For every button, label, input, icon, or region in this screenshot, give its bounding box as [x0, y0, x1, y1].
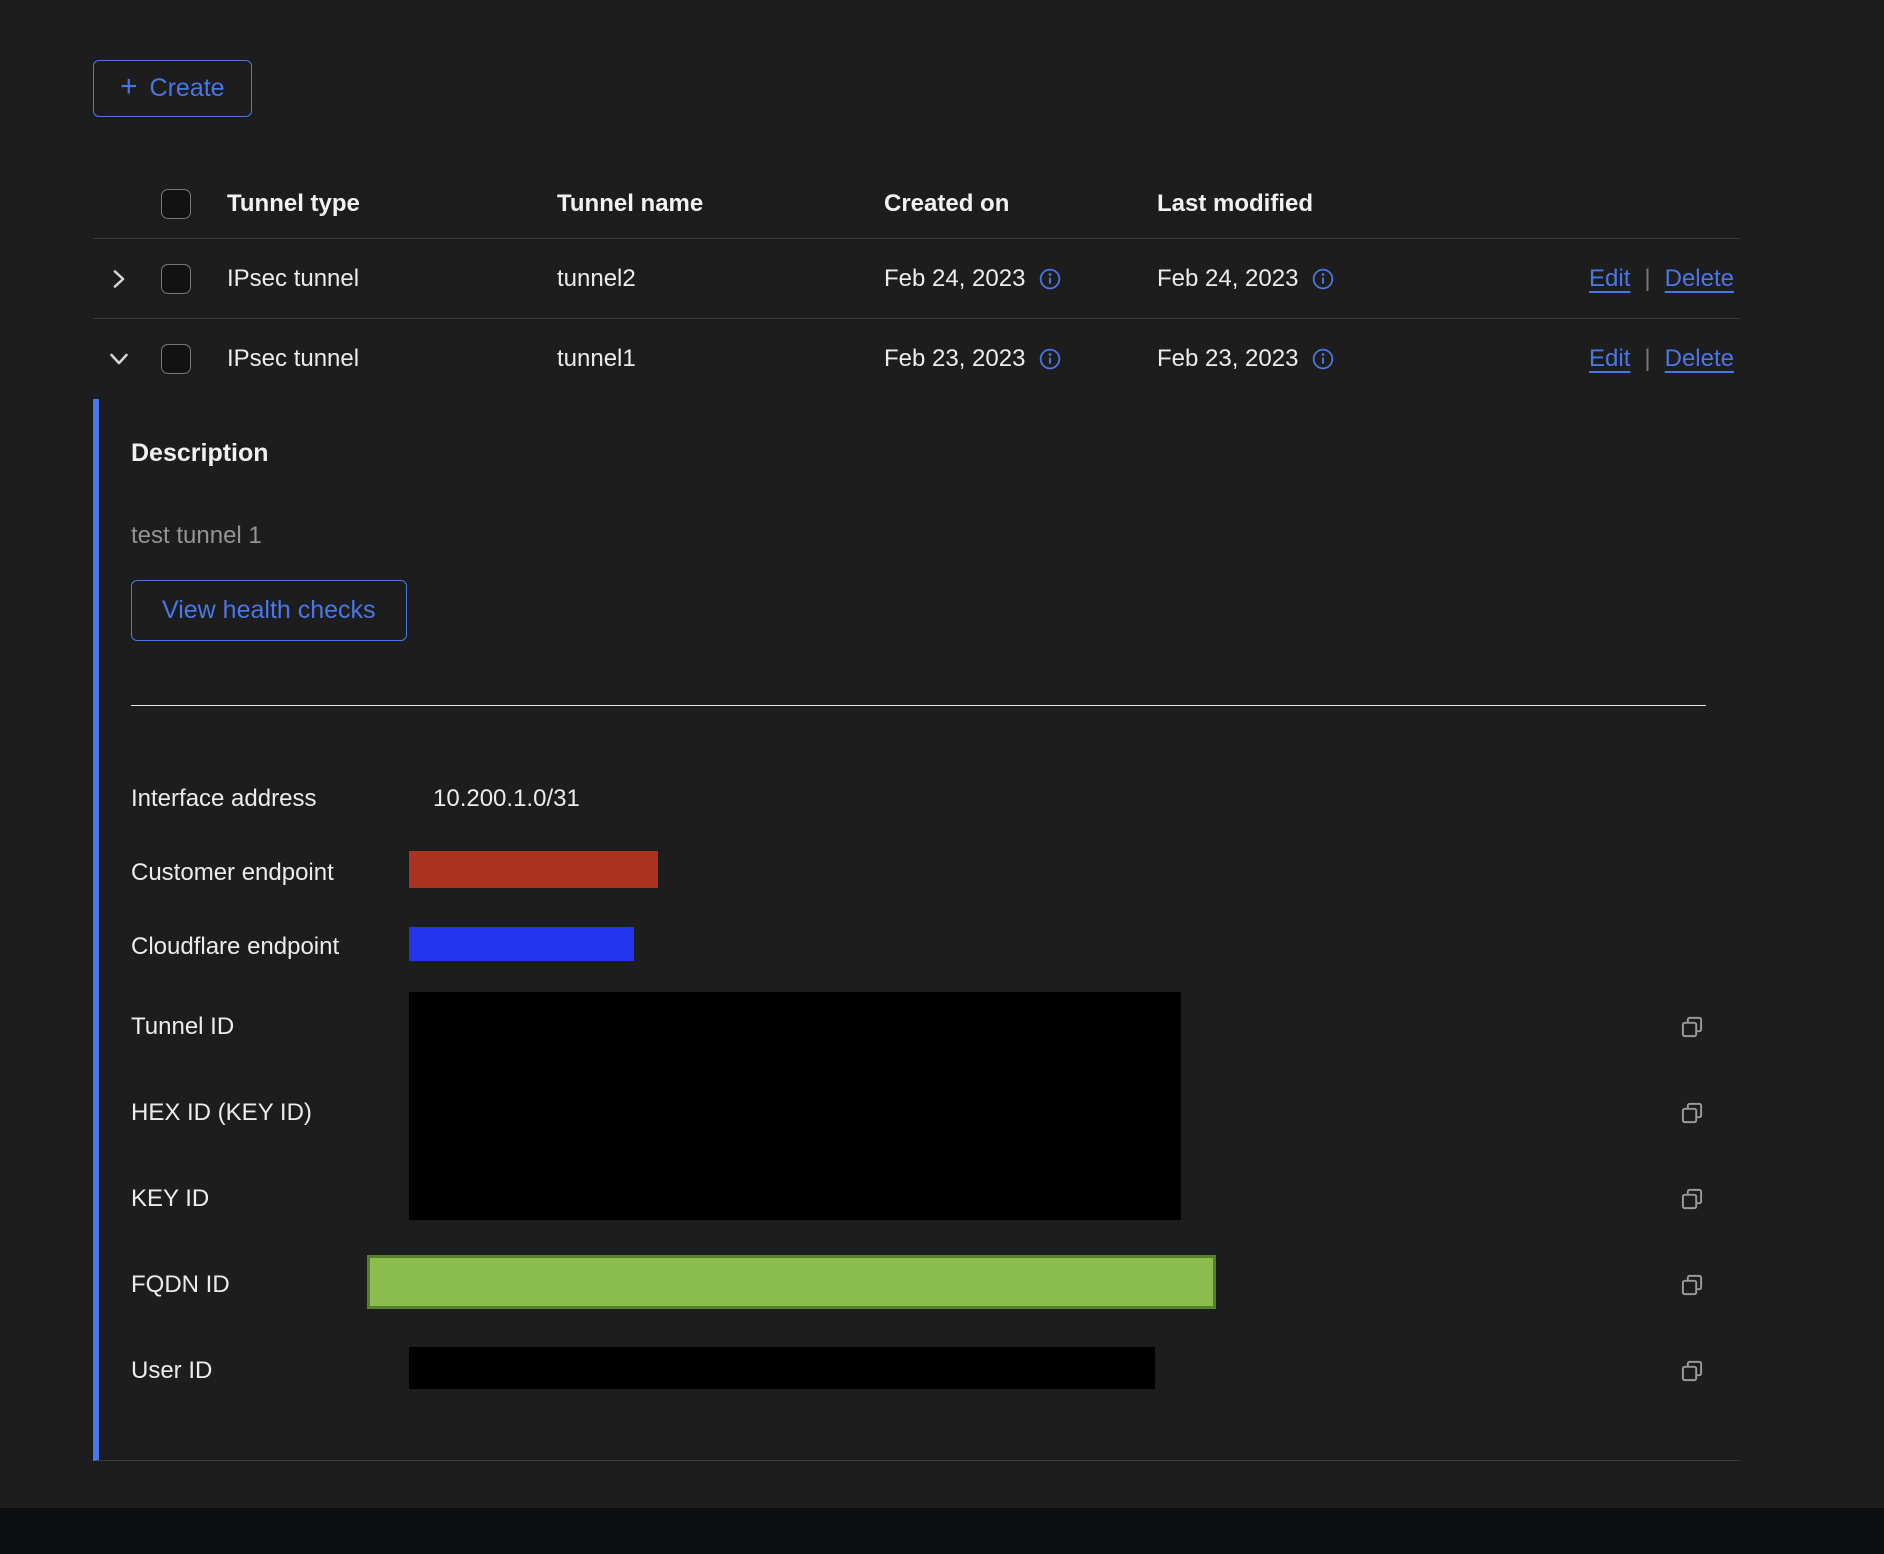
- table-header-row: Tunnel type Tunnel name Created on Last …: [93, 169, 1740, 239]
- info-icon[interactable]: [1039, 348, 1061, 370]
- edit-link[interactable]: Edit: [1589, 345, 1630, 373]
- select-all-checkbox[interactable]: [161, 189, 191, 219]
- cell-last-modified: Feb 23, 2023: [1157, 345, 1298, 373]
- tunnel-fields: Interface address 10.200.1.0/31 Customer…: [131, 762, 1740, 1414]
- table-row-tunnel1: IPsec tunnel tunnel1 Feb 23, 2023 Feb 23…: [93, 319, 1740, 399]
- description-label: Description: [131, 439, 1740, 468]
- header-tunnel-name: Tunnel name: [557, 190, 884, 218]
- cell-tunnel-type: IPsec tunnel: [227, 265, 557, 293]
- copy-user-id-button[interactable]: [1672, 1351, 1712, 1391]
- cell-last-modified: Feb 24, 2023: [1157, 265, 1298, 293]
- description-value: test tunnel 1: [131, 522, 1740, 550]
- delete-link[interactable]: Delete: [1665, 345, 1734, 373]
- link-separator: |: [1644, 265, 1650, 293]
- cloudflare-endpoint-label: Cloudflare endpoint: [131, 933, 409, 961]
- interface-address-value: 10.200.1.0/31: [409, 785, 1670, 813]
- view-health-checks-button[interactable]: View health checks: [131, 580, 407, 641]
- field-interface-address: Interface address 10.200.1.0/31: [131, 762, 1740, 836]
- header-tunnel-type: Tunnel type: [227, 190, 557, 218]
- cell-tunnel-name: tunnel1: [557, 345, 884, 373]
- info-icon[interactable]: [1312, 268, 1334, 290]
- header-last-modified: Last modified: [1157, 190, 1510, 218]
- fqdn-id-redaction: [367, 1255, 1216, 1309]
- section-divider: [131, 705, 1706, 706]
- field-fqdn-id: FQDN ID: [131, 1242, 1740, 1328]
- copy-icon: [1678, 1271, 1706, 1299]
- key-id-label: KEY ID: [131, 1185, 409, 1213]
- cell-tunnel-type: IPsec tunnel: [227, 345, 557, 373]
- delete-link[interactable]: Delete: [1665, 265, 1734, 293]
- tunnel-ids-redaction: [409, 992, 1181, 1220]
- tunnels-table: Tunnel type Tunnel name Created on Last …: [93, 169, 1740, 1461]
- header-created-on: Created on: [884, 190, 1157, 218]
- customer-endpoint-label: Customer endpoint: [131, 859, 409, 887]
- expand-row-button[interactable]: [99, 259, 139, 299]
- field-user-id: User ID: [131, 1328, 1740, 1414]
- cell-created-on: Feb 23, 2023: [884, 345, 1025, 373]
- edit-link[interactable]: Edit: [1589, 265, 1630, 293]
- link-separator: |: [1644, 345, 1650, 373]
- bottom-strip: [0, 1508, 1884, 1554]
- cloudflare-endpoint-redaction: [409, 927, 634, 961]
- copy-icon: [1678, 1185, 1706, 1213]
- create-button-label: Create: [150, 74, 225, 103]
- field-cloudflare-endpoint: Cloudflare endpoint: [131, 910, 1740, 984]
- field-customer-endpoint: Customer endpoint: [131, 836, 1740, 910]
- tunnel-detail-panel: Description test tunnel 1 View health ch…: [93, 399, 1740, 1461]
- copy-icon: [1678, 1099, 1706, 1127]
- table-row-tunnel2: IPsec tunnel tunnel2 Feb 24, 2023 Feb 24…: [93, 239, 1740, 319]
- user-id-label: User ID: [131, 1357, 409, 1385]
- copy-tunnel-id-button[interactable]: [1672, 1007, 1712, 1047]
- create-button[interactable]: + Create: [93, 60, 252, 117]
- cell-created-on: Feb 24, 2023: [884, 265, 1025, 293]
- row-checkbox[interactable]: [161, 344, 191, 374]
- chevron-right-icon: [108, 268, 130, 290]
- copy-fqdn-id-button[interactable]: [1672, 1265, 1712, 1305]
- collapse-row-button[interactable]: [99, 339, 139, 379]
- chevron-down-icon: [108, 348, 130, 370]
- copy-icon: [1678, 1357, 1706, 1385]
- interface-address-label: Interface address: [131, 785, 409, 813]
- plus-icon: +: [120, 72, 138, 102]
- copy-icon: [1678, 1013, 1706, 1041]
- copy-hex-id-button[interactable]: [1672, 1093, 1712, 1133]
- customer-endpoint-redaction: [409, 851, 658, 888]
- cell-tunnel-name: tunnel2: [557, 265, 884, 293]
- tunnel-id-label: Tunnel ID: [131, 1013, 409, 1041]
- user-id-redaction: [409, 1347, 1155, 1389]
- copy-key-id-button[interactable]: [1672, 1179, 1712, 1219]
- info-icon[interactable]: [1039, 268, 1061, 290]
- hex-id-label: HEX ID (KEY ID): [131, 1099, 409, 1127]
- row-checkbox[interactable]: [161, 264, 191, 294]
- tunnel-ids-group: Tunnel ID HEX ID (KEY ID) KEY ID: [131, 984, 1740, 1242]
- info-icon[interactable]: [1312, 348, 1334, 370]
